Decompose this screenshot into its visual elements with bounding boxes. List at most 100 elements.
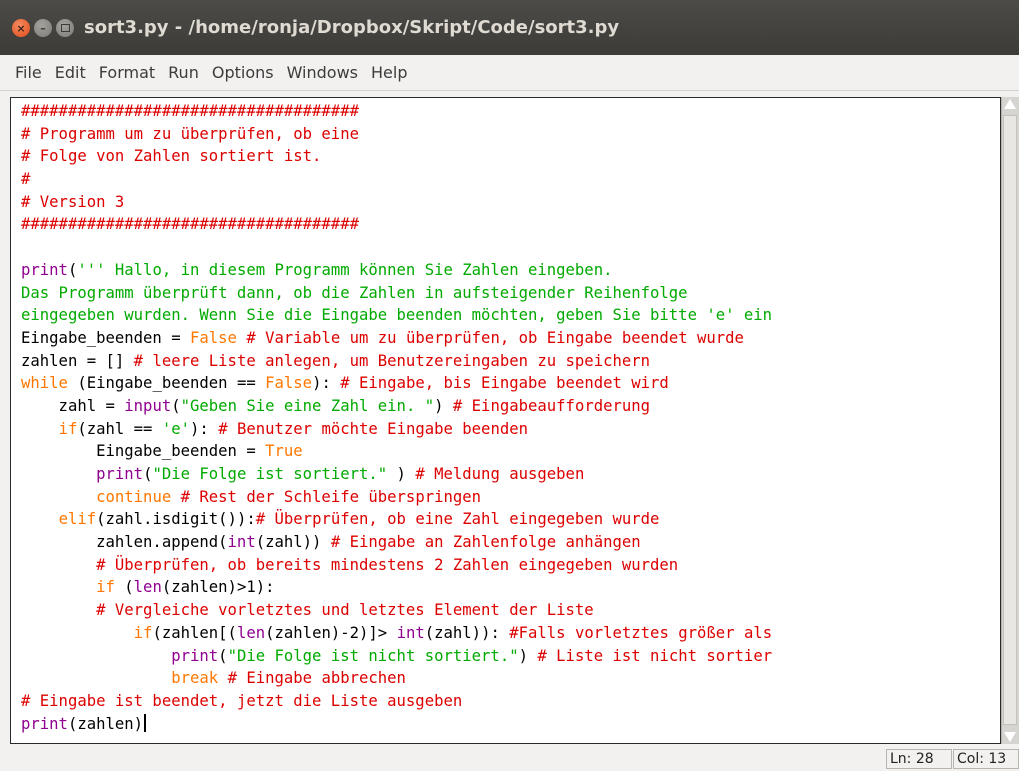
code-token-plain: (zahl)) [255,533,331,552]
code-line[interactable]: Das Programm überprüft dann, ob die Zahl… [21,282,772,305]
code-token-builtin: print [21,714,68,733]
code-token-plain: (zahl.isdigit()): [96,510,256,529]
title-bar: × – sort3.py - /home/ronja/Dropbox/Skrip… [0,0,1019,55]
close-window-button[interactable]: × [12,19,30,37]
code-token-plain: zahl = [21,396,125,415]
code-editor[interactable]: #################################### # Pr… [10,97,1001,744]
code-token-comment: # Liste ist nicht sortier [537,646,773,665]
code-token-plain: (zahlen) [67,714,144,733]
code-line[interactable]: zahl = input("Geben Sie eine Zahl ein. "… [21,395,772,418]
code-line[interactable] [21,236,772,259]
status-bar: Ln: 28 Col: 13 [0,746,1019,771]
code-token-string: "Die Folge ist nicht sortiert." [227,646,519,665]
code-line[interactable]: # [21,168,772,191]
code-token-keyword: if [133,623,153,642]
code-token-string: "Geben Sie eine Zahl ein. " [180,396,435,415]
code-line[interactable]: zahlen.append(int(zahl)) # Eingabe an Za… [21,531,772,554]
code-line[interactable]: print("Die Folge ist nicht sortiert.") #… [21,645,772,668]
code-token-builtin: len [133,578,162,597]
code-token-plain: (zahl == [77,419,162,438]
code-line[interactable]: break # Eingabe abbrechen [21,667,772,690]
code-line[interactable]: print(zahlen) [21,713,772,736]
code-token-comment: # Folge von Zahlen sortiert ist. [21,147,322,166]
code-token-plain: ) [387,465,416,483]
code-token-comment: # Überprüfen, ob eine Zahl eingegeben wu… [255,510,660,529]
code-token-string: ''' Hallo, in diesem Programm können Sie… [77,260,613,279]
scroll-down-arrow-icon[interactable] [1004,732,1016,742]
code-token-comment: # Eingabeaufforderung [452,396,651,415]
code-token-keyword: True [265,442,303,461]
code-token-plain: ( [114,578,134,597]
code-line[interactable]: eingegeben wurden. Wenn Sie die Eingabe … [21,304,772,327]
code-line[interactable]: # Vergleiche vorletztes und letztes Elem… [21,599,772,622]
code-line[interactable]: # Eingabe ist beendet, jetzt die Liste a… [21,690,772,713]
code-token-builtin: len [236,623,266,642]
code-token-plain: ) [518,646,538,665]
scroll-up-arrow-icon[interactable] [1004,99,1016,109]
code-line[interactable]: zahlen = [] # leere Liste anlegen, um Be… [21,350,772,373]
code-token-keyword: continue [96,487,172,506]
code-token-plain: (zahl)): [424,623,510,642]
code-line[interactable]: # Programm um zu überprüfen, ob eine [21,123,772,146]
code-token-plain: (zahlen)-2)]> [265,623,397,642]
code-line[interactable]: if (len(zahlen)>1): [21,576,772,599]
code-token-comment: # Meldung ausgeben [415,465,585,483]
code-line[interactable]: elif(zahl.isdigit()):# Überprüfen, ob ei… [21,508,772,531]
minimize-window-button[interactable]: – [34,19,52,37]
code-token-keyword: False [190,328,237,347]
code-line[interactable]: # Überprüfen, ob bereits mindestens 2 Za… [21,554,772,577]
code-line[interactable]: Eingabe_beenden = False # Variable um zu… [21,327,772,350]
code-line[interactable]: #################################### [21,213,772,236]
scrollbar-thumb[interactable] [1003,115,1017,725]
code-token-comment: # Programm um zu überprüfen, ob eine [21,124,359,143]
code-token-comment: # leere Liste anlegen, um Benutzereingab… [133,351,651,370]
code-token-string: 'e' [161,419,191,438]
code-token-builtin: print [171,646,219,665]
code-token-keyword: if [96,578,115,597]
code-text[interactable]: #################################### # Pr… [21,100,772,735]
menu-help[interactable]: Help [371,63,407,82]
code-token-plain: ): [312,374,341,393]
menu-windows[interactable]: Windows [287,63,358,82]
maximize-icon [60,24,70,32]
code-token-comment: # Eingabe, bis Eingabe beendet wird [340,374,669,393]
menu-options[interactable]: Options [212,63,274,82]
code-token-plain: ): [190,419,219,438]
code-token-plain: Eingabe_beenden = [21,328,190,347]
menu-edit[interactable]: Edit [55,63,86,82]
code-line[interactable]: # Folge von Zahlen sortiert ist. [21,145,772,168]
code-line[interactable]: continue # Rest der Schleife überspringe… [21,486,772,509]
vertical-scrollbar[interactable] [1001,97,1019,744]
code-token-plain: ( [171,396,181,415]
code-line[interactable]: if(zahl == 'e'): # Benutzer möchte Einga… [21,418,772,441]
close-icon: × [16,21,26,35]
code-line[interactable]: Eingabe_beenden = True [21,440,772,463]
code-line[interactable]: while (Eingabe_beenden == False): # Eing… [21,372,772,395]
menu-file[interactable]: File [15,63,42,82]
code-token-builtin: int [227,533,256,552]
code-token-comment: # Eingabe an Zahlenfolge anhängen [330,533,641,552]
menu-format[interactable]: Format [99,63,155,82]
code-token-comment: # Variable um zu überprüfen, ob Eingabe … [246,328,744,347]
code-line[interactable]: # Version 3 [21,191,772,214]
code-token-plain: ( [218,646,228,665]
code-line[interactable]: print(''' Hallo, in diesem Programm könn… [21,259,772,282]
code-line[interactable]: #################################### [21,100,772,123]
menu-run[interactable]: Run [168,63,199,82]
code-line[interactable]: if(zahlen[(len(zahlen)-2)]> int(zahl)): … [21,622,772,645]
code-token-keyword: while [21,374,68,393]
maximize-window-button[interactable] [56,19,74,37]
code-token-string: Das Programm überprüft dann, ob die Zahl… [21,283,688,302]
code-token-plain: ( [67,260,78,279]
code-token-builtin: input [124,396,172,415]
code-token-comment: # Vergleiche vorletztes und letztes Elem… [96,601,594,620]
code-token-keyword: False [265,374,313,393]
code-line[interactable]: print("Die Folge ist sortiert." ) # Meld… [21,463,772,486]
